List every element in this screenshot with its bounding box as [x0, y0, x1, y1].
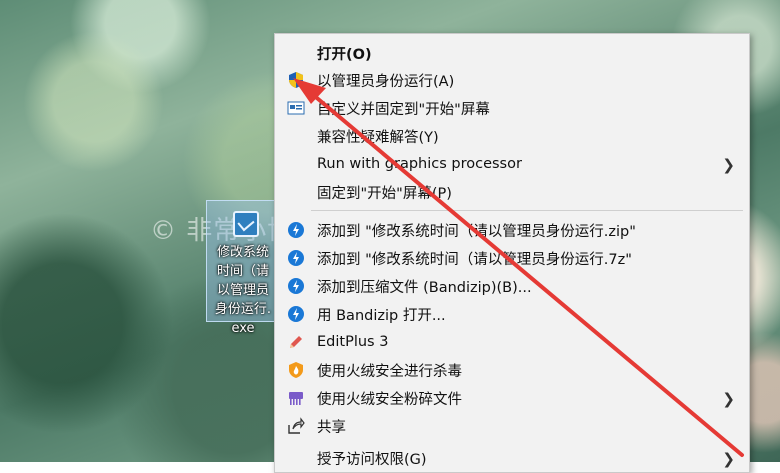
share-icon — [287, 417, 305, 435]
menu-item-label: 用 Bandizip 打开... — [317, 307, 446, 324]
menu-item-label: 自定义并固定到"开始"屏幕 — [317, 101, 490, 118]
menu-item-2[interactable]: 以管理员身份运行(A) — [275, 66, 749, 94]
exe-file-icon — [233, 211, 259, 237]
menu-item-label: 打开(O) — [317, 46, 372, 63]
start-pin-icon — [287, 99, 305, 117]
menu-item-4[interactable]: 兼容性疑难解答(Y) — [275, 122, 749, 150]
huorong-icon — [287, 361, 305, 379]
chevron-right-icon: ❯ — [722, 390, 735, 408]
menu-item-label: 添加到压缩文件 (Bandizip)(B)... — [317, 279, 532, 296]
menu-item-6[interactable]: 固定到"开始"屏幕(P) — [275, 178, 749, 206]
chevron-right-icon: ❯ — [722, 450, 735, 468]
menu-item-5[interactable]: Run with graphics processor ❯ — [275, 150, 749, 178]
menu-item-label: 使用火绒安全进行杀毒 — [317, 363, 462, 380]
menu-item-1[interactable]: 打开(O) — [275, 39, 749, 67]
uac-shield-icon — [287, 71, 305, 89]
bandizip-icon — [287, 305, 305, 323]
menu-item-label: 使用火绒安全粉碎文件 — [317, 391, 462, 408]
desktop-file-label: 修改系统时间（请以管理员身份运行.exe — [214, 245, 272, 336]
bandizip-icon — [287, 221, 305, 239]
editplus-icon — [287, 333, 305, 351]
menu-item-label: Run with graphics processor — [317, 156, 522, 172]
menu-item-label: 以管理员身份运行(A) — [317, 73, 455, 90]
bandizip-icon — [287, 277, 305, 295]
menu-item-label: 固定到"开始"屏幕(P) — [317, 185, 452, 202]
chevron-right-icon: ❯ — [722, 156, 735, 174]
shredder-icon — [287, 389, 305, 407]
menu-item-3[interactable]: 自定义并固定到"开始"屏幕 — [275, 94, 749, 122]
menu-item-7[interactable]: 添加到 "修改系统时间（请以管理员身份运行.zip" — [275, 216, 749, 244]
desktop-file-icon[interactable]: 修改系统时间（请以管理员身份运行.exe — [206, 200, 276, 336]
menu-item-label: 兼容性疑难解答(Y) — [317, 129, 439, 146]
menu-item-13[interactable]: 使用火绒安全粉碎文件 ❯ — [275, 384, 749, 412]
menu-item-14[interactable]: 共享 — [275, 412, 749, 440]
menu-item-15[interactable]: 授予访问权限(G) ❯ — [275, 444, 749, 472]
menu-item-label: 共享 — [317, 419, 346, 436]
menu-item-10[interactable]: 用 Bandizip 打开... — [275, 300, 749, 328]
menu-item-label: 添加到 "修改系统时间（请以管理员身份运行.zip" — [317, 223, 636, 240]
menu-item-11[interactable]: EditPlus 3 — [275, 328, 749, 356]
menu-item-label: 添加到 "修改系统时间（请以管理员身份运行.7z" — [317, 251, 632, 268]
menu-item-9[interactable]: 添加到压缩文件 (Bandizip)(B)... — [275, 272, 749, 300]
context-menu: 打开(O) 以管理员身份运行(A) 自定义并固定到"开始"屏幕 兼容性疑难解答(Y) R… — [274, 33, 750, 473]
menu-item-label: 授予访问权限(G) — [317, 451, 427, 468]
menu-item-label: EditPlus 3 — [317, 334, 389, 350]
menu-item-12[interactable]: 使用火绒安全进行杀毒 — [275, 356, 749, 384]
menu-item-8[interactable]: 添加到 "修改系统时间（请以管理员身份运行.7z" — [275, 244, 749, 272]
menu-separator — [311, 210, 743, 211]
bandizip-icon — [287, 249, 305, 267]
